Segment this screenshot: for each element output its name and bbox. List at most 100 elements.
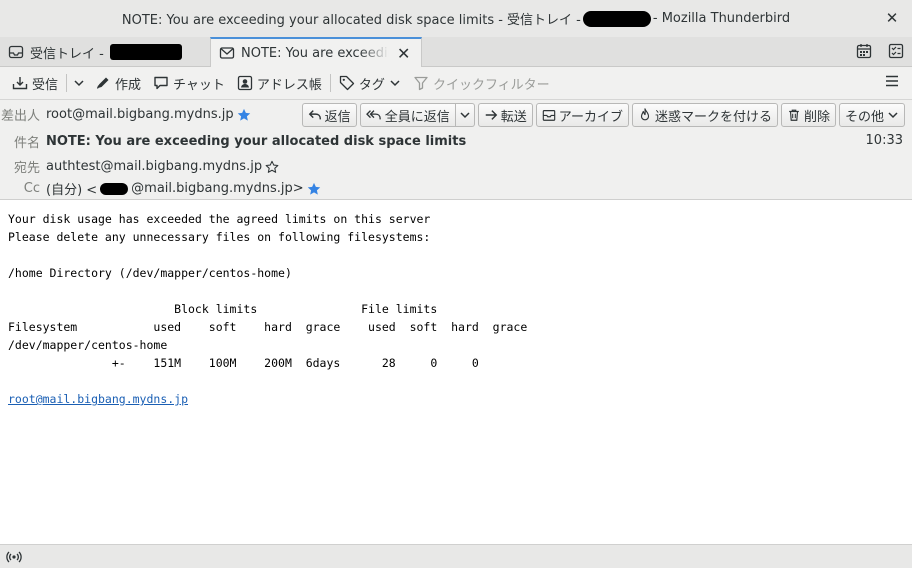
- get-mail-dropdown[interactable]: [69, 70, 89, 96]
- subject-label: 件名: [13, 136, 40, 151]
- message-body: Your disk usage has exceeded the agreed …: [8, 210, 898, 408]
- chevron-down-icon: [73, 77, 85, 89]
- flame-icon: [638, 108, 652, 122]
- to-value[interactable]: authtest@mail.bigbang.mydns.jp: [46, 159, 279, 174]
- chevron-down-icon: [389, 77, 401, 89]
- reply-all-icon: [365, 108, 382, 122]
- star-filled-icon[interactable]: [307, 182, 321, 196]
- calendar-icon[interactable]: [856, 43, 872, 59]
- cc-suffix: @mail.bigbang.mydns.jp>: [131, 181, 304, 196]
- cc-prefix: (自分) <: [46, 183, 98, 198]
- chevron-down-icon: [459, 109, 471, 121]
- junk-button[interactable]: 迷惑マークを付ける: [631, 103, 778, 127]
- envelope-icon: [219, 45, 235, 61]
- cc-label: Cc: [23, 181, 40, 196]
- message-line: Your disk usage has exceeded the agreed …: [8, 212, 431, 226]
- window-title-suffix: - Mozilla Thunderbird: [652, 11, 791, 26]
- message-line: Block limits File limits: [174, 302, 438, 316]
- message-actions: 返信 全員に返信 転送 アーカイブ 迷惑マークを付ける 削除 その他: [301, 103, 905, 127]
- online-status-icon[interactable]: [6, 550, 22, 564]
- reply-all-dropdown[interactable]: [455, 103, 475, 127]
- archive-button[interactable]: アーカイブ: [535, 103, 629, 127]
- toolbar-separator: [329, 74, 331, 92]
- reply-button[interactable]: 返信: [301, 103, 357, 127]
- status-bar: [0, 544, 912, 568]
- reply-all-button[interactable]: 全員に返信: [359, 103, 456, 127]
- write-label: 作成: [115, 77, 142, 93]
- to-address: authtest@mail.bigbang.mydns.jp: [46, 159, 263, 174]
- star-filled-icon[interactable]: [237, 108, 251, 122]
- archive-icon: [542, 108, 556, 122]
- tab-message-label: NOTE: You are exceeding: [241, 45, 389, 61]
- main-toolbar: 受信 作成 チャット アドレス帳 タグ クイックフィルター: [0, 67, 912, 100]
- message-line: /dev/mapper/centos-home: [8, 338, 168, 352]
- subject-row: 件名 NOTE: You are exceeding your allocate…: [0, 132, 466, 151]
- close-icon[interactable]: ✕: [884, 9, 900, 27]
- from-label: 差出人: [0, 109, 40, 124]
- message-line: Please delete any unnecessary files on f…: [8, 230, 431, 244]
- junk-label: 迷惑マークを付ける: [654, 109, 772, 125]
- forward-label: 転送: [500, 109, 527, 125]
- chevron-down-icon: [887, 109, 899, 121]
- to-row: 宛先 authtest@mail.bigbang.mydns.jp: [0, 157, 279, 176]
- message-line: Filesystem used soft hard grace used sof…: [8, 320, 528, 334]
- tab-close-icon[interactable]: ✕: [397, 44, 410, 63]
- redacted-block: [582, 10, 651, 27]
- get-mail-label: 受信: [32, 77, 59, 93]
- forward-icon: [484, 108, 498, 122]
- chat-icon: [153, 75, 169, 91]
- window-titlebar: NOTE: You are exceeding your allocated d…: [0, 0, 912, 37]
- from-value[interactable]: root@mail.bigbang.mydns.jp: [46, 107, 251, 122]
- redacted-block: [100, 182, 129, 195]
- other-actions-button[interactable]: その他: [838, 103, 905, 127]
- to-label: 宛先: [13, 161, 40, 176]
- pencil-icon: [95, 75, 111, 91]
- subject-value: NOTE: You are exceeding your allocated d…: [46, 134, 467, 149]
- reply-all-label: 全員に返信: [384, 109, 450, 125]
- chat-button[interactable]: チャット: [147, 70, 231, 96]
- signature-email-link[interactable]: root@mail.bigbang.mydns.jp: [8, 392, 188, 406]
- forward-button[interactable]: 転送: [477, 103, 533, 127]
- tab-bar: 受信トレイ - NOTE: You are exceeding ✕: [0, 37, 912, 67]
- inbox-icon: [8, 44, 24, 60]
- tasks-icon[interactable]: [888, 43, 904, 59]
- from-row: 差出人 root@mail.bigbang.mydns.jp: [0, 105, 251, 124]
- tag-icon: [339, 75, 355, 91]
- quick-filter-label: クイックフィルター: [432, 77, 550, 93]
- archive-label: アーカイブ: [558, 109, 623, 125]
- window-title-prefix: NOTE: You are exceeding your allocated d…: [121, 13, 581, 28]
- trash-icon: [787, 108, 801, 122]
- tag-button[interactable]: タグ: [333, 70, 407, 96]
- quick-filter-button[interactable]: クイックフィルター: [407, 70, 556, 96]
- message-text: Your disk usage has exceeded the agreed …: [8, 210, 898, 390]
- cc-value[interactable]: (自分) < @mail.bigbang.mydns.jp>: [46, 179, 321, 198]
- delete-button[interactable]: 削除: [780, 103, 836, 127]
- tab-inbox[interactable]: 受信トレイ -: [0, 37, 210, 67]
- message-line: +- 151M 100M 200M 6days 28 0 0: [111, 356, 479, 370]
- address-book-button[interactable]: アドレス帳: [231, 70, 328, 96]
- message-line: /home Directory (/dev/mapper/centos-home…: [8, 266, 292, 280]
- tab-inbox-label: 受信トレイ -: [30, 46, 104, 62]
- delete-label: 削除: [803, 109, 830, 125]
- tab-message[interactable]: NOTE: You are exceeding ✕: [210, 37, 422, 67]
- download-icon: [12, 75, 28, 91]
- hamburger-menu-icon[interactable]: [884, 73, 900, 89]
- toolbar-separator: [66, 74, 68, 92]
- star-outline-icon[interactable]: [265, 160, 279, 174]
- cc-row: Cc (自分) < @mail.bigbang.mydns.jp>: [0, 179, 321, 198]
- address-book-icon: [237, 75, 253, 91]
- redacted-block: [109, 44, 182, 60]
- address-book-label: アドレス帳: [256, 77, 322, 93]
- tag-label: タグ: [358, 77, 385, 93]
- reply-icon: [308, 108, 322, 122]
- filter-icon: [413, 75, 429, 91]
- chat-label: チャット: [173, 77, 225, 93]
- message-time: 10:33: [865, 133, 903, 148]
- reply-label: 返信: [324, 109, 351, 125]
- write-button[interactable]: 作成: [89, 70, 147, 96]
- get-mail-button[interactable]: 受信: [6, 70, 64, 96]
- from-address: root@mail.bigbang.mydns.jp: [46, 107, 234, 122]
- window-title: NOTE: You are exceeding your allocated d…: [122, 9, 790, 28]
- message-header: 差出人 root@mail.bigbang.mydns.jp 返信 全員に返信 …: [0, 100, 912, 200]
- reply-all-group: 全員に返信: [359, 103, 475, 127]
